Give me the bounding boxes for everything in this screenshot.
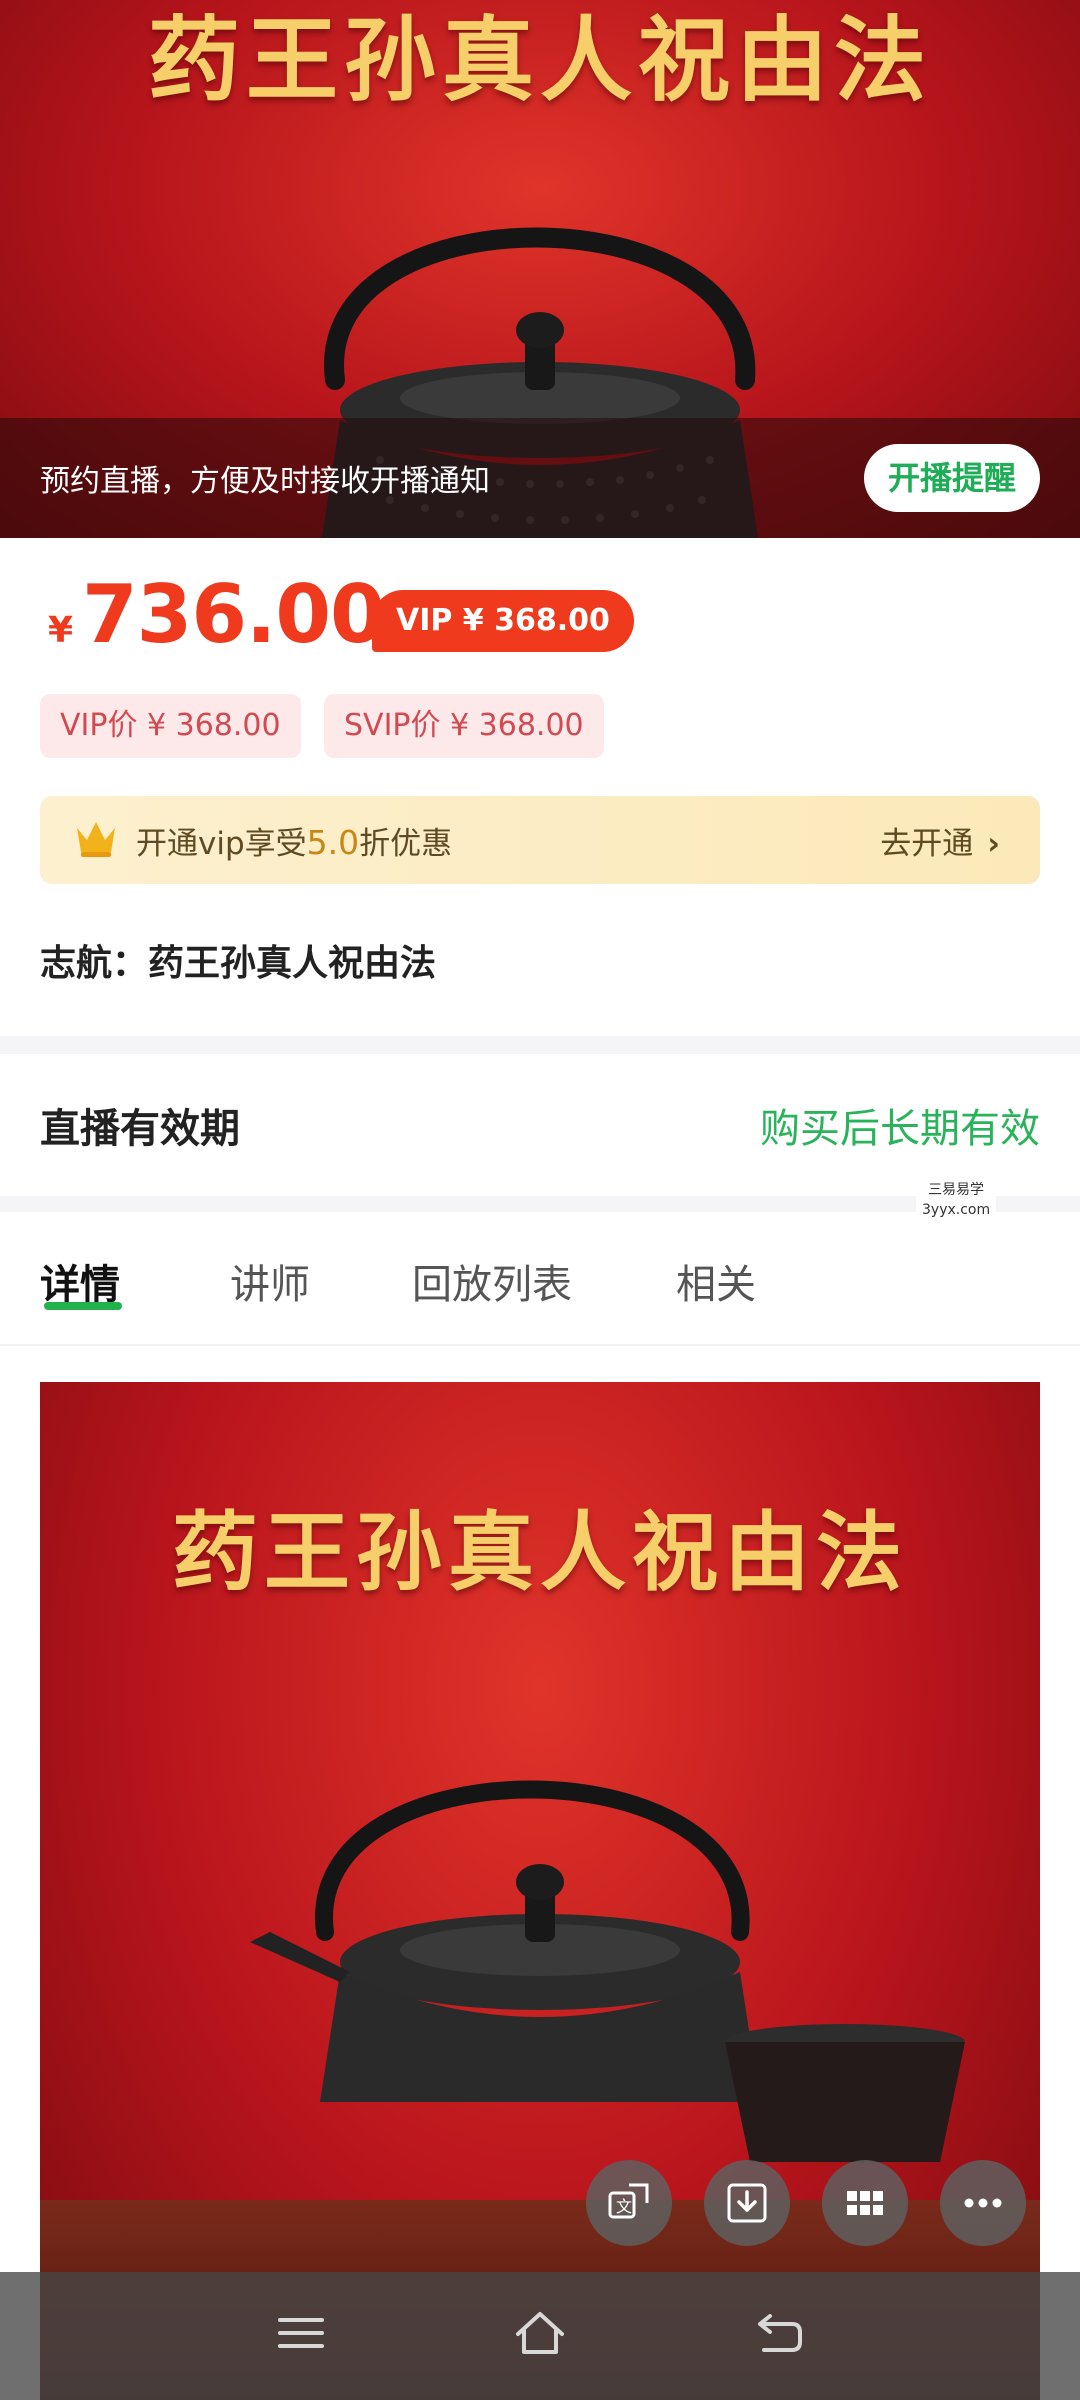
course-title: 志航：药王孙真人祝由法 <box>40 943 437 984</box>
svg-text:文: 文 <box>616 2197 632 2216</box>
vip-price-tag: VIP价 ¥ 368.00 <box>40 694 301 758</box>
validity-value: 购买后长期有效 <box>760 1106 1040 1152</box>
download-button[interactable] <box>704 2160 790 2246</box>
section-divider <box>0 1036 1080 1054</box>
detail-poster-image: 药王孙真人祝由法 <box>40 1382 1040 2400</box>
translate-button[interactable]: 文 <box>586 2160 672 2246</box>
validity-label: 直播有效期 <box>40 1106 240 1152</box>
vip-promo-text: 开通vip享受5.0折优惠 <box>136 823 453 862</box>
menu-icon[interactable] <box>274 2306 328 2360</box>
banner-title: 药王孙真人祝由法 <box>147 6 932 114</box>
crown-icon <box>77 822 115 857</box>
content-tabs: 详情 讲师 回放列表 相关 <box>0 1212 1080 1346</box>
apps-grid-button[interactable] <box>822 2160 908 2246</box>
chevron-right-icon: › <box>987 826 1000 862</box>
tab-related[interactable]: 相关 <box>676 1252 756 1310</box>
tab-instructor[interactable]: 讲师 <box>230 1252 310 1310</box>
live-notice-bar: 预约直播，方便及时接收开播通知 开播提醒 <box>0 418 1080 538</box>
detail-poster-title: 药王孙真人祝由法 <box>172 1502 908 1603</box>
grid-icon <box>847 2191 883 2215</box>
price-row: ¥ 736.00 VIP ¥ 368.00 <box>40 568 1040 668</box>
vip-activate-link[interactable]: 去开通 › <box>880 818 1000 863</box>
more-options-button[interactable] <box>940 2160 1026 2246</box>
live-notice-text: 预约直播，方便及时接收开播通知 <box>40 464 490 499</box>
svip-price-tag: SVIP价 ¥ 368.00 <box>324 694 604 758</box>
more-icon <box>964 2198 1002 2208</box>
tab-replay-list[interactable]: 回放列表 <box>412 1252 572 1310</box>
download-icon <box>727 2183 767 2223</box>
teacup-illustration <box>725 2024 965 2162</box>
translate-icon: 文 <box>608 2183 649 2219</box>
home-icon[interactable] <box>512 2306 568 2360</box>
back-icon[interactable] <box>752 2306 806 2360</box>
vip-promo-banner[interactable]: 开通vip享受5.0折优惠 去开通 › <box>40 796 1040 884</box>
vip-price-bubble: VIP ¥ 368.00 <box>372 590 634 652</box>
system-navigation-bar <box>0 2272 1080 2400</box>
currency-symbol: ¥ <box>48 610 74 651</box>
live-banner: 药王孙真人祝由法 预约直播，方便及时接收开播通知 开播提醒 <box>0 0 1080 538</box>
vip-discount-value: 5.0 <box>306 823 360 862</box>
price-amount: 736.00 <box>82 568 386 661</box>
live-reminder-button[interactable]: 开播提醒 <box>863 444 1040 512</box>
active-tab-indicator <box>44 1302 122 1310</box>
